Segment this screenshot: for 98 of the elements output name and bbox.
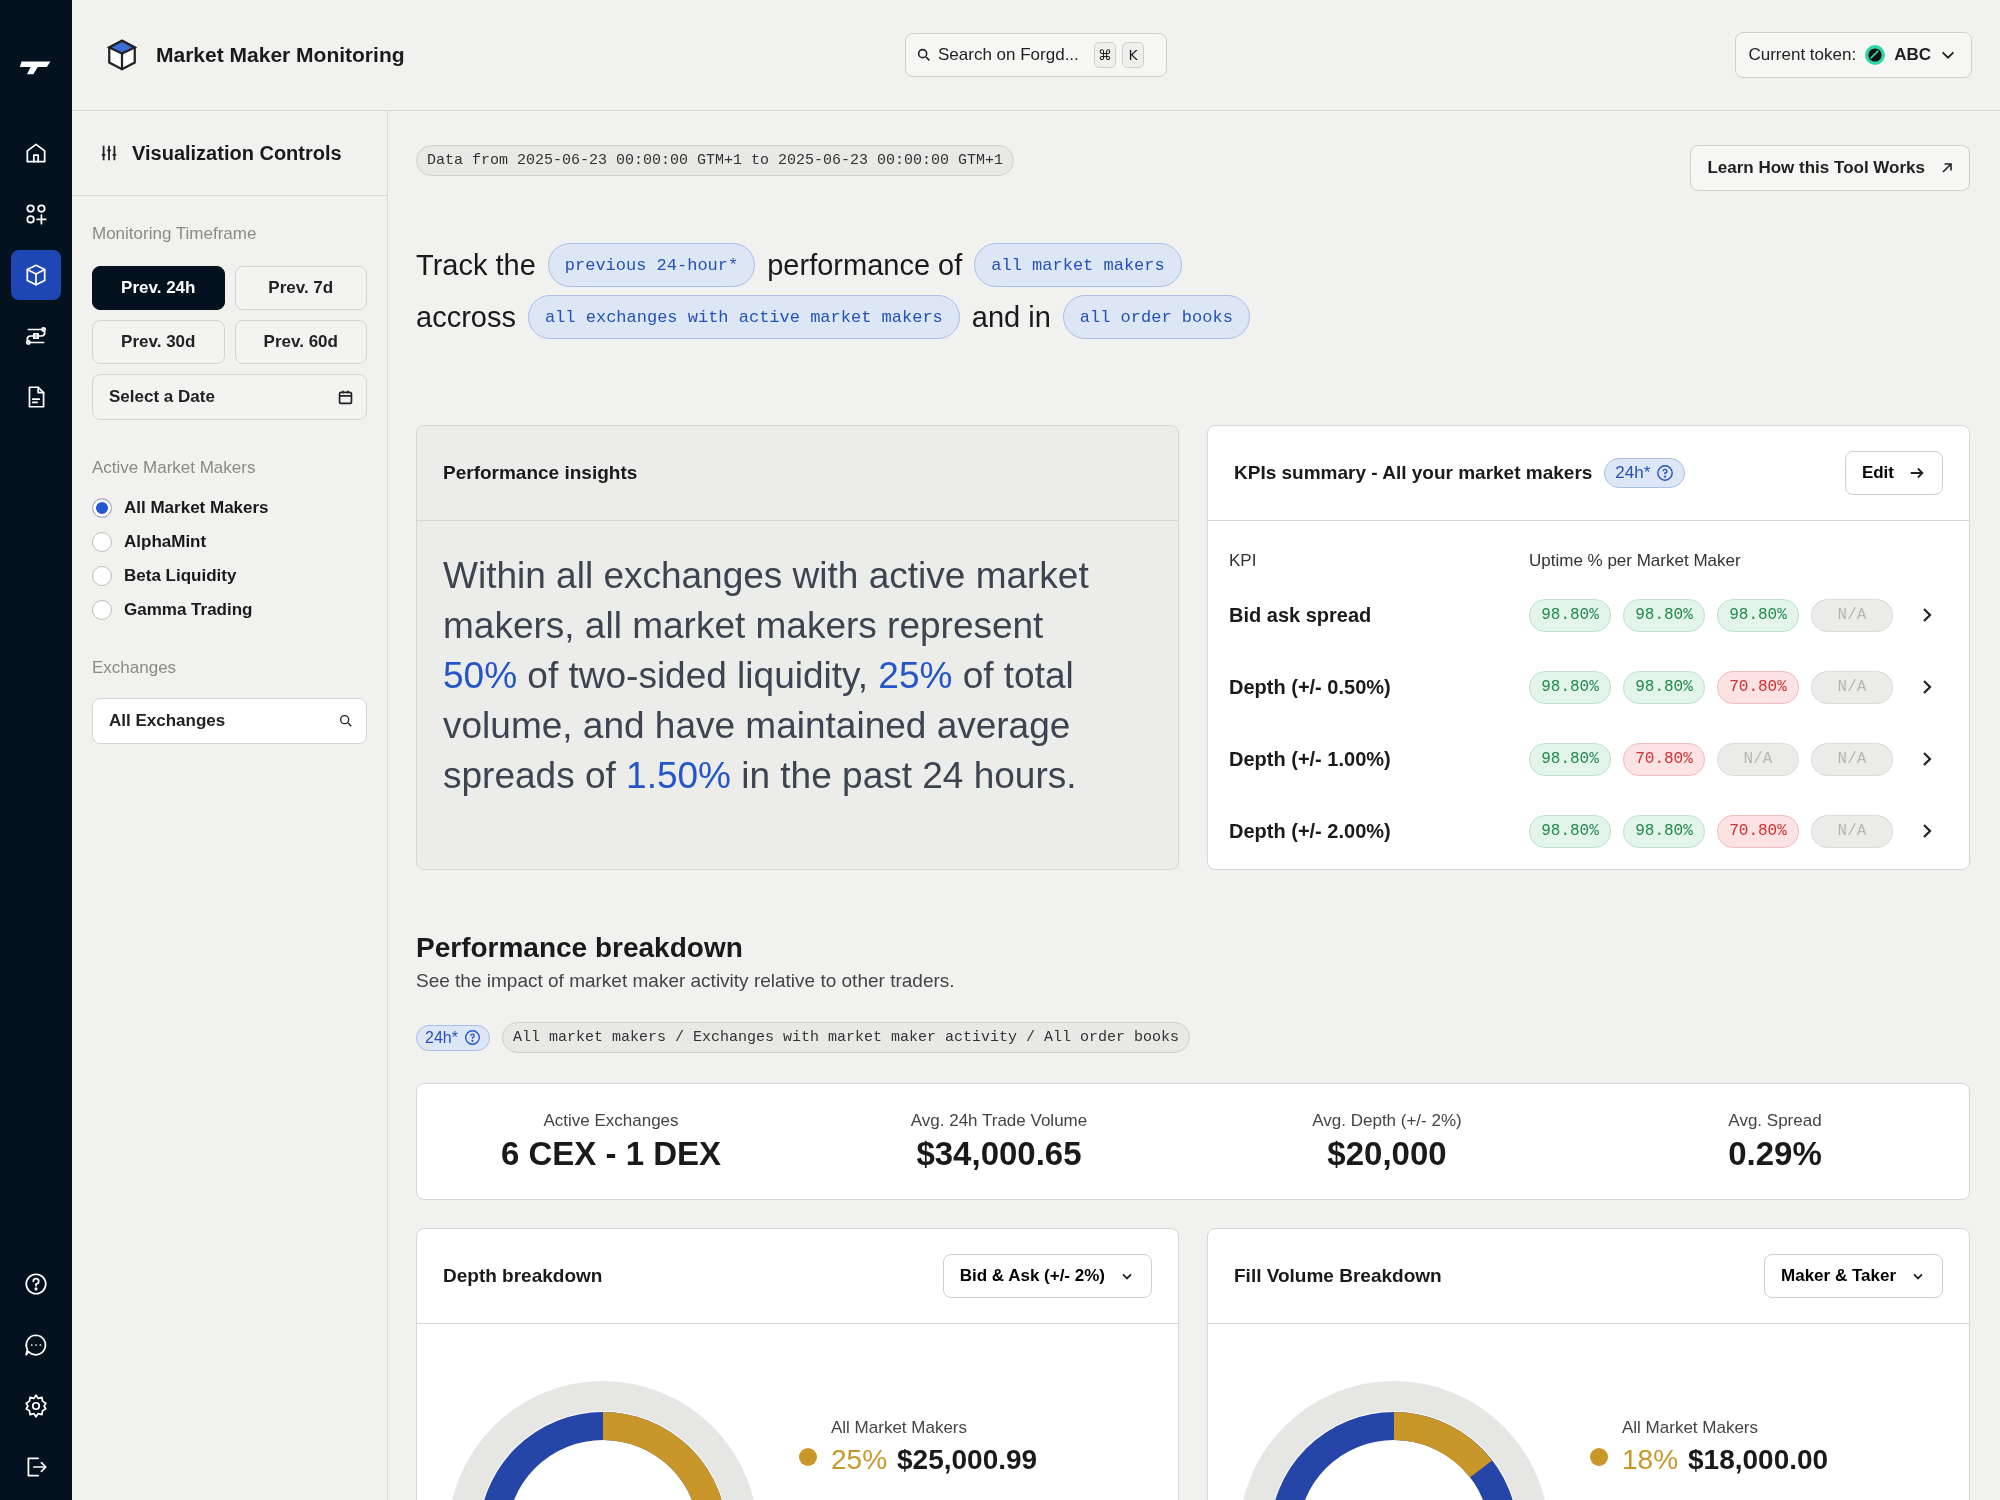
radio-label[interactable]: Gamma Trading (124, 600, 253, 620)
radio-button[interactable] (92, 498, 112, 518)
radio-label[interactable]: Beta Liquidity (124, 566, 237, 586)
legend-label: All Market Makers (1622, 1418, 1760, 1438)
legend-percent: 18% (1622, 1444, 1679, 1476)
uptime-pill: 98.80% (1529, 670, 1611, 704)
legend-amount: $25,000.99 (897, 1444, 1038, 1476)
timeframe-button[interactable]: Prev. 24h (92, 266, 225, 310)
timeframe-button[interactable]: Prev. 30d (92, 320, 225, 364)
date-picker[interactable]: Select a Date (92, 374, 367, 420)
uptime-pill: N/A (1717, 742, 1799, 776)
token-selector[interactable]: Current token: ABC (1735, 32, 1972, 78)
stat-value: $20,000 (1327, 1134, 1447, 1173)
period-badge[interactable]: 24h* (416, 1024, 490, 1051)
column-header: Uptime % per Market Maker (1529, 551, 1741, 571)
stat-value: 0.29% (1728, 1134, 1822, 1173)
search-icon (338, 713, 354, 729)
dropdown-button[interactable]: Bid & Ask (+/- 2%) (942, 1254, 1152, 1298)
insight-paragraph: Within all exchanges with active market makers, all market makers represent 50% of two-sided liquidity, 25% of total volume, and have maintained average spreads of 1.50% in the past 24 hours. (442, 554, 1090, 798)
help-icon (463, 1029, 481, 1046)
card-title: KPIs summary - All your market makers (1234, 462, 1593, 484)
stat-label: Avg. Depth (+/- 2%) (1312, 1110, 1462, 1131)
filter-chip[interactable]: all exchanges with active market makers (527, 295, 960, 339)
legend-percent: 25% (831, 1444, 888, 1476)
sentence-text: accross (416, 300, 516, 334)
uptime-pill: 98.80% (1529, 598, 1611, 632)
filter-chip[interactable]: previous 24-hour* (547, 243, 756, 287)
cube-icon (104, 37, 140, 73)
uptime-pill: 98.80% (1529, 742, 1611, 776)
uptime-pill: 98.80% (1717, 598, 1799, 632)
uptime-pill: 70.80% (1623, 742, 1705, 776)
search-icon (916, 47, 932, 63)
calendar-icon (337, 388, 354, 406)
card-title: Performance insights (443, 462, 638, 484)
radio-button[interactable] (92, 600, 112, 620)
dropdown-button[interactable]: Maker & Taker (1764, 1254, 1943, 1298)
uptime-pill: 70.80% (1717, 814, 1799, 848)
radio-button[interactable] (92, 532, 112, 552)
search-bar[interactable]: Search on Forgd... ⌘ K (905, 33, 1167, 77)
edit-button[interactable]: Edit (1844, 451, 1943, 495)
section-label: Exchanges (92, 658, 178, 678)
column-header: KPI (1229, 551, 1258, 571)
section-label: Active Market Makers (92, 458, 257, 478)
shortcut-key: K (1122, 42, 1144, 68)
nav-button[interactable] (11, 250, 61, 300)
uptime-pill: 98.80% (1623, 670, 1705, 704)
uptime-pill: N/A (1811, 814, 1893, 848)
page-title: Market Maker Monitoring (156, 43, 405, 67)
section-heading: Performance breakdown (416, 932, 744, 964)
kpi-name: Depth (+/- 1.00%) (1229, 747, 1392, 771)
uptime-pill: N/A (1811, 670, 1893, 704)
uptime-pill: 70.80% (1717, 670, 1799, 704)
date-range-tag: Data from 2025-06-23 00:00:00 GTM+1 to 2025-06-23 00:00:00 GTM+1 (416, 145, 1015, 176)
search-field[interactable]: Search on Forgd... (938, 45, 1088, 65)
kpi-name: Depth (+/- 2.00%) (1229, 819, 1392, 843)
stat-label: Avg. Spread (1728, 1110, 1822, 1131)
uptime-pill: 98.80% (1623, 814, 1705, 848)
sentence-text: performance of (767, 248, 963, 282)
uptime-pill: 98.80% (1529, 814, 1611, 848)
radio-button[interactable] (92, 566, 112, 586)
timeframe-button[interactable]: Prev. 7d (234, 266, 367, 310)
filter-chip[interactable]: all market makers (974, 243, 1182, 287)
legend-label: All Market Makers (831, 1418, 969, 1438)
help-icon (1656, 464, 1675, 482)
timeframe-button[interactable]: Prev. 60d (234, 320, 367, 364)
uptime-pill: N/A (1811, 742, 1893, 776)
section-label: Monitoring Timeframe (92, 224, 258, 244)
chat-icon[interactable] (23, 1332, 49, 1358)
exchanges-field[interactable]: All Exchanges (109, 711, 309, 731)
stat-value: 6 CEX - 1 DEX (500, 1134, 722, 1173)
stat-label: Active Exchanges (543, 1110, 679, 1131)
stat-value: $34,000.65 (916, 1134, 1082, 1173)
help-icon[interactable] (23, 1271, 49, 1297)
learn-button[interactable]: Learn How this Tool Works (1690, 145, 1970, 191)
card-title: Depth breakdown (443, 1265, 603, 1287)
kpi-name: Bid ask spread (1229, 603, 1373, 627)
uptime-pill: 98.80% (1623, 598, 1705, 632)
kpi-name: Depth (+/- 0.50%) (1229, 675, 1392, 699)
cube-icon (23, 262, 49, 288)
card-title: Fill Volume Breakdown (1234, 1265, 1442, 1287)
filter-path-tag: All market makers / Exchanges with market maker activity / All order books (501, 1022, 1191, 1053)
settings-icon[interactable] (23, 1393, 49, 1419)
token-icon (1864, 44, 1887, 66)
apps-icon (23, 201, 49, 227)
radio-label[interactable]: AlphaMint (124, 532, 207, 552)
stat-label: Avg. 24h Trade Volume (910, 1110, 1088, 1131)
exchanges-box[interactable]: All Exchanges (92, 698, 367, 744)
uptime-pill: N/A (1811, 598, 1893, 632)
sentence-text: and in (971, 300, 1051, 334)
section-subtitle: See the impact of market maker activity relative to other traders. (416, 970, 956, 992)
panel-title: Visualization Controls (132, 141, 342, 165)
shortcut-key: ⌘ (1094, 42, 1116, 68)
period-badge[interactable]: 24h* (1604, 458, 1686, 488)
legend-amount: $18,000.00 (1688, 1444, 1829, 1476)
sliders-icon (100, 144, 118, 162)
radio-label[interactable]: All Market Makers (124, 498, 269, 518)
filter-chip[interactable]: all order books (1062, 295, 1250, 339)
sentence-text: Track the (416, 248, 536, 282)
